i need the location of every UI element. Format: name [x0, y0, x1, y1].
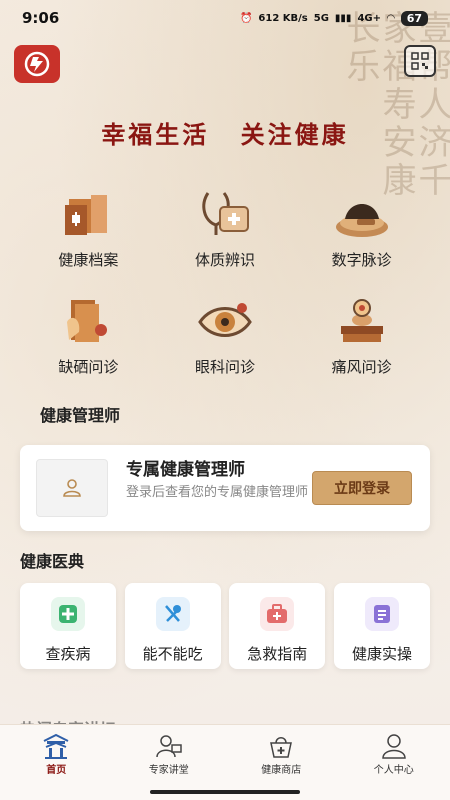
grid-label: 眼科问诊	[194, 358, 255, 376]
grid-label: 健康档案	[58, 251, 119, 269]
signal-4g: 4G+	[357, 12, 381, 24]
eye-consult-icon	[198, 303, 252, 337]
grid-label: 数字脉诊	[331, 251, 392, 269]
tab-label: 首页	[46, 765, 67, 776]
expert-lecture-icon	[156, 735, 182, 758]
dict-label: 能不能吃	[142, 645, 203, 663]
slogan-part2: 关注健康	[240, 120, 349, 149]
avatar	[36, 459, 108, 517]
tab-label: 健康商店	[261, 765, 302, 776]
qr-code-icon	[411, 52, 429, 70]
grid-label: 痛风问诊	[331, 358, 392, 376]
tab-label: 个人中心	[373, 765, 414, 776]
status-time: 9:06	[22, 9, 60, 27]
grid-item-constitution[interactable]: 体质辨识	[157, 185, 294, 270]
health-record-icon	[65, 195, 108, 235]
medical-cross-icon	[51, 597, 85, 631]
user-icon	[63, 479, 81, 497]
first-aid-icon	[260, 597, 295, 631]
tab-label: 专家讲堂	[148, 765, 189, 776]
signal-5g: 5G	[313, 12, 329, 24]
utensils-icon	[155, 597, 190, 631]
net-speed: 612 KB/s	[258, 12, 308, 24]
manager-section-title: 健康管理师	[40, 406, 121, 425]
card-title: 专属健康管理师	[126, 460, 245, 480]
bottom-tab-bar: 首页 专家讲堂 健康商店 个人中心	[0, 724, 450, 800]
logo-icon	[24, 51, 50, 77]
home-indicator[interactable]	[150, 790, 300, 794]
grid-item-eye[interactable]: 眼科问诊	[157, 292, 294, 377]
tab-shop[interactable]: 健康商店	[225, 725, 338, 800]
dict-item-firstaid[interactable]: 急救指南	[229, 583, 326, 669]
card-desc: 登录后查看您的专属健康管理师	[126, 485, 309, 500]
slogan: 幸福生活 关注健康	[0, 115, 450, 150]
login-button[interactable]: 立即登录	[312, 471, 412, 505]
feature-grid: 健康档案 体质辨识 数字脉诊 缺硒问诊 眼科问诊 痛风问诊	[20, 185, 430, 377]
gout-consult-icon	[340, 299, 383, 342]
dict-label: 健康实操	[351, 645, 412, 663]
app-logo	[14, 45, 60, 83]
grid-item-pulse[interactable]: 数字脉诊	[293, 185, 430, 270]
alarm-icon: ⏰	[239, 12, 253, 24]
grid-item-health-record[interactable]: 健康档案	[20, 185, 157, 270]
dict-section-title: 健康医典	[20, 552, 85, 571]
dict-item-disease[interactable]: 查疾病	[20, 583, 116, 669]
shop-basket-icon	[270, 737, 293, 758]
pulse-diagnosis-icon	[335, 204, 388, 237]
tab-home[interactable]: 首页	[0, 725, 113, 800]
dict-label: 急救指南	[247, 645, 308, 663]
dict-item-practice[interactable]: 健康实操	[333, 583, 430, 669]
manager-card: 专属健康管理师 登录后查看您的专属健康管理师 立即登录	[20, 445, 430, 531]
user-profile-icon	[381, 734, 406, 759]
dict-row: 查疾病 能不能吃 急救指南 健康实操	[20, 583, 430, 669]
battery-icon: 67	[400, 10, 428, 26]
status-icons: ⏰ 612 KB/s 5G ▮▮▮ 4G+ ◠ 67	[239, 10, 428, 26]
status-bar: 9:06 ⏰ 612 KB/s 5G ▮▮▮ 4G+ ◠ 67	[0, 0, 450, 36]
grid-label: 体质辨识	[194, 251, 255, 269]
signal-icon: ▮▮▮	[334, 12, 352, 24]
tab-profile[interactable]: 个人中心	[338, 725, 450, 800]
qr-scan-button[interactable]	[404, 45, 436, 77]
grid-item-gout[interactable]: 痛风问诊	[293, 292, 430, 377]
document-icon	[364, 597, 399, 631]
selenium-consult-icon	[67, 300, 108, 342]
tab-expert[interactable]: 专家讲堂	[113, 725, 226, 800]
dict-label: 查疾病	[45, 645, 91, 663]
wifi-icon: ◠	[386, 12, 395, 24]
constitution-icon	[202, 192, 249, 235]
grid-label: 缺硒问诊	[58, 358, 119, 376]
slogan-part1: 幸福生活	[101, 120, 210, 149]
dict-item-food[interactable]: 能不能吃	[124, 583, 221, 669]
grid-item-selenium[interactable]: 缺硒问诊	[20, 292, 157, 377]
home-pavilion-icon	[43, 733, 69, 759]
